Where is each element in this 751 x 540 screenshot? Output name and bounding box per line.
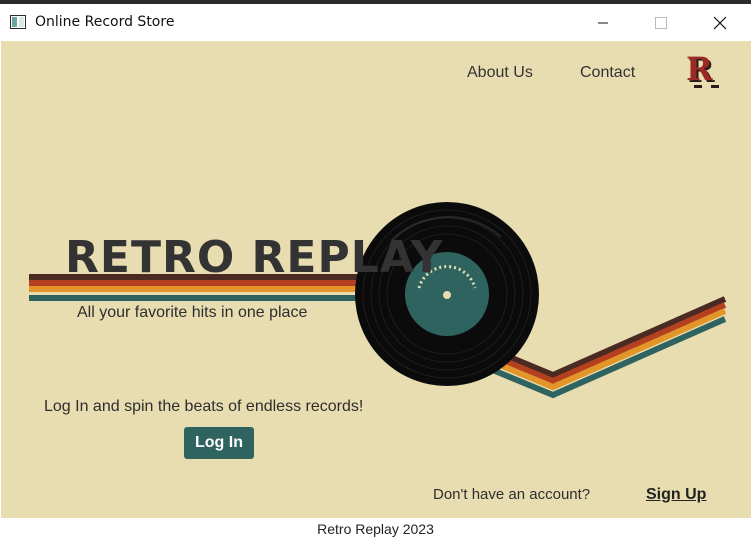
nav-about-link[interactable]: About Us <box>467 64 533 82</box>
footer-text: Retro Replay 2023 <box>317 521 434 537</box>
no-account-prompt: Don't have an account? <box>433 486 591 503</box>
main-content: About Us Contact R R RETRO REPLAY All yo… <box>1 41 751 518</box>
minimize-button[interactable] <box>580 4 626 41</box>
signup-link[interactable]: Sign Up <box>646 486 706 504</box>
app-window-icon <box>10 15 26 29</box>
window-title: Online Record Store <box>35 14 175 30</box>
stripe-teal <box>29 295 369 301</box>
stripe-orange <box>29 286 369 292</box>
login-promo-text: Log In and spin the beats of endless rec… <box>44 398 364 415</box>
footer: Retro Replay 2023 <box>0 518 751 540</box>
title-bar[interactable]: Online Record Store <box>0 4 751 41</box>
svg-text:R: R <box>686 51 713 88</box>
brand-title: RETRO REPLAY <box>65 232 444 283</box>
login-button[interactable]: Log In <box>184 427 254 459</box>
brand-tagline: All your favorite hits in one place <box>77 304 308 321</box>
maximize-icon <box>655 16 667 29</box>
close-icon <box>713 16 727 29</box>
minimize-icon <box>598 22 608 23</box>
maximize-button[interactable] <box>638 4 684 41</box>
close-button[interactable] <box>697 4 743 41</box>
nav-contact-link[interactable]: Contact <box>580 64 635 82</box>
retro-replay-logo-icon[interactable]: R R <box>685 51 725 91</box>
vinyl-record-icon <box>355 202 539 386</box>
